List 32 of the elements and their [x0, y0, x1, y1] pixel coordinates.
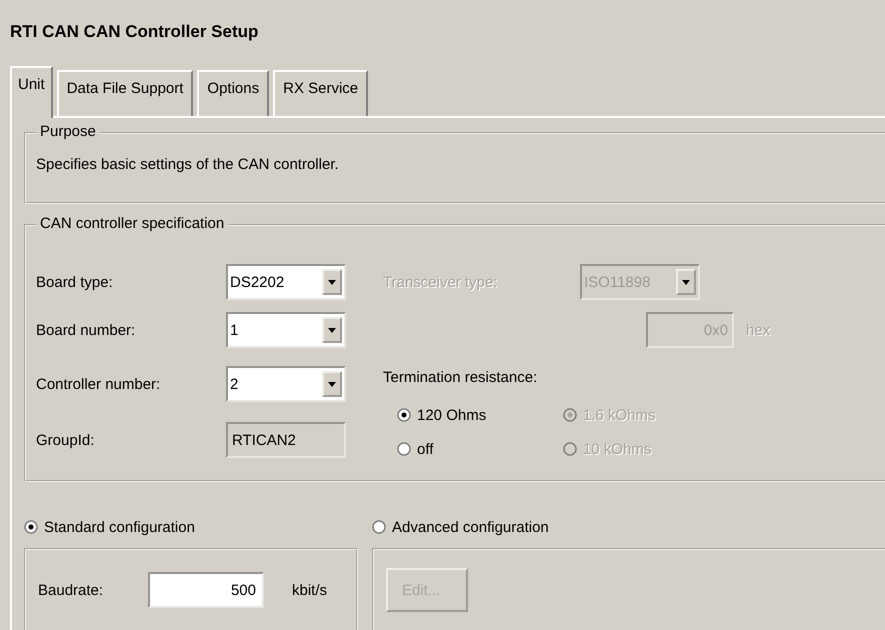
dialog-title: RTI CAN CAN Controller Setup [10, 22, 260, 43]
field-label: Termination resistance: [383, 368, 538, 386]
dropdown-arrow-icon [328, 382, 336, 386]
dropdown[interactable]: 1 [226, 312, 346, 348]
tab[interactable]: Unit [10, 66, 53, 118]
dropdown[interactable]: DS2202 [226, 264, 346, 300]
radio-button[interactable] [372, 520, 386, 534]
radio-button[interactable] [397, 442, 411, 456]
dropdown-arrow-icon [682, 280, 690, 284]
field-label: Controller number: [36, 376, 162, 392]
tab[interactable]: RX Service [273, 70, 368, 116]
radio-label: Standard configuration [44, 518, 195, 536]
radio-button[interactable] [397, 408, 411, 422]
purpose-text: Specifies basic settings of the CAN controller. [36, 156, 339, 173]
radio-label: 120 Ohms [417, 406, 486, 424]
radio-button[interactable] [24, 520, 38, 534]
group-legend: Purpose [36, 123, 100, 140]
field-label: Board type: [36, 274, 114, 290]
dropdown-arrow-icon [328, 280, 336, 284]
radio-label: Advanced configuration [392, 518, 549, 536]
group-legend: CAN controller specification [36, 215, 228, 232]
tab[interactable]: Options [197, 70, 270, 116]
read-only-field: RTICAN2 [226, 422, 346, 458]
field-label: Baudrate: [38, 582, 104, 598]
dropdown[interactable]: 2 [226, 366, 346, 402]
field-label: GroupId: [36, 432, 96, 448]
radio-label: off [417, 440, 434, 458]
tab[interactable]: Data File Support [56, 70, 194, 116]
field-label: Board number: [36, 322, 136, 338]
dropdown-arrow-icon [328, 328, 336, 332]
baudrate-field[interactable]: 500 [148, 572, 264, 608]
unit-label: kbit/s [292, 582, 328, 598]
